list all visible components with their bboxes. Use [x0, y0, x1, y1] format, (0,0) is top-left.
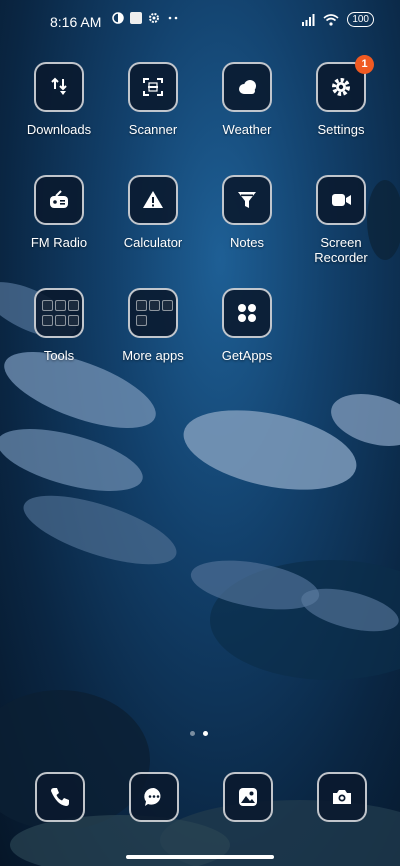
folder-tools[interactable]: Tools — [12, 288, 106, 363]
settings-icon — [332, 78, 350, 96]
weather-icon — [239, 80, 256, 94]
system-icons: 100 — [301, 12, 374, 27]
app-label: Scanner — [128, 122, 178, 137]
notes-icon — [238, 192, 256, 208]
app-getapps[interactable]: GetApps — [200, 288, 294, 363]
app-label: Downloads — [26, 122, 92, 137]
scanner-icon — [143, 78, 163, 96]
dock-messages[interactable] — [129, 772, 179, 822]
app-label: Weather — [222, 122, 272, 137]
app-label: FM Radio — [30, 235, 88, 250]
gallery-icon — [239, 788, 257, 806]
camera-icon — [333, 790, 351, 804]
dock-camera[interactable] — [317, 772, 367, 822]
app-label: Settings — [317, 122, 365, 137]
screen-recorder-icon — [332, 194, 351, 206]
notification-square-icon — [130, 12, 142, 24]
notification-icons — [112, 12, 180, 24]
folder-icon — [135, 300, 173, 326]
calculator-icon — [143, 191, 163, 208]
app-label: Calculator — [123, 235, 183, 250]
dock-phone[interactable] — [35, 772, 85, 822]
getapps-icon — [238, 304, 256, 322]
wifi-icon — [323, 13, 339, 26]
app-settings[interactable]: 1 Settings — [294, 55, 388, 137]
page-dot[interactable] — [190, 731, 195, 736]
messages-icon — [144, 787, 161, 806]
page-indicator — [190, 731, 208, 736]
notification-badge: 1 — [355, 55, 374, 74]
dock-gallery[interactable] — [223, 772, 273, 822]
radio-icon — [50, 190, 68, 208]
app-weather[interactable]: Weather — [200, 62, 294, 137]
app-scanner[interactable]: Scanner — [106, 62, 200, 137]
home-indicator[interactable] — [126, 855, 274, 859]
app-label: Screen Recorder — [314, 235, 368, 265]
app-fm-radio[interactable]: FM Radio — [12, 175, 106, 250]
app-label: Tools — [43, 348, 75, 363]
folder-more-apps[interactable]: More apps — [106, 288, 200, 363]
vpn-icon — [112, 12, 124, 24]
app-downloads[interactable]: Downloads — [12, 62, 106, 137]
battery-indicator: 100 — [347, 12, 374, 27]
status-bar: 8:16 AM 100 — [0, 0, 400, 44]
page-dot-active[interactable] — [203, 731, 208, 736]
app-label: More apps — [122, 348, 184, 363]
status-time: 8:16 AM — [50, 14, 102, 30]
app-screen-recorder[interactable]: Screen Recorder — [294, 175, 388, 265]
phone-icon — [51, 788, 69, 806]
app-notes[interactable]: Notes — [200, 175, 294, 250]
signal-icon — [302, 13, 315, 26]
more-dots-icon — [168, 16, 178, 20]
folder-icon — [41, 300, 79, 326]
app-calculator[interactable]: Calculator — [106, 175, 200, 250]
gear-icon — [149, 13, 159, 23]
app-label: GetApps — [221, 348, 273, 363]
app-label: Notes — [230, 235, 264, 250]
downloads-icon — [51, 77, 67, 95]
